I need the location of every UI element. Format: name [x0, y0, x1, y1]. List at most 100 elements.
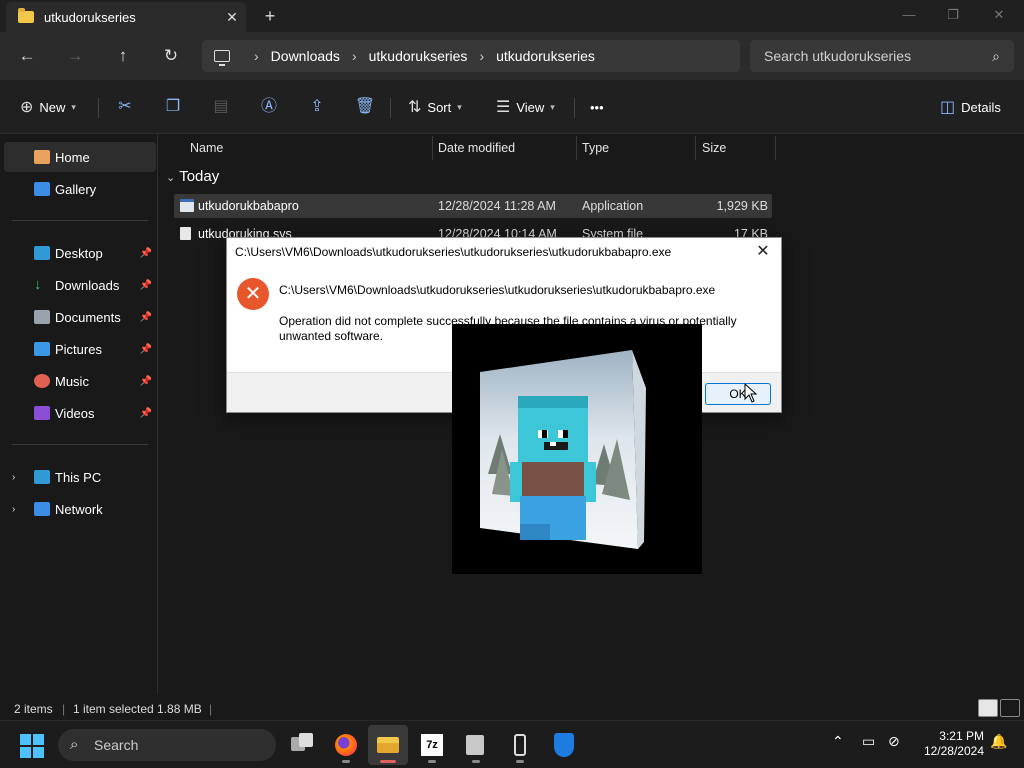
address-bar: ← → ↑ ↻ › Downloads › utkudorukseries › … [0, 32, 1024, 80]
network-icon [34, 502, 50, 516]
search-input[interactable]: Search utkudorukseries ⌕ [750, 40, 1014, 72]
group-label: Today [179, 168, 220, 185]
tab-close-icon[interactable]: ✕ [218, 9, 246, 26]
taskbar: ⌕ Search 7z ⌃ ▭ ⊘ 3:21 PM 12/28/2024 🔔 [0, 720, 1024, 768]
error-icon: ✕ [237, 278, 269, 310]
breadcrumb-utkudorukseries[interactable]: utkudorukseries [369, 48, 468, 64]
expand-chevron-icon[interactable]: › [12, 504, 15, 515]
minimize-button[interactable]: — [886, 0, 932, 32]
sidebar-item-this-pc[interactable]: › This PC [4, 462, 156, 492]
copy-icon[interactable]: ❐ [161, 95, 185, 119]
sidebar-item-pictures[interactable]: Pictures 📌 [4, 334, 156, 364]
divider: | [62, 702, 66, 716]
display-icon[interactable]: ▭ [862, 733, 875, 750]
tiles-view-icon[interactable] [1000, 699, 1020, 717]
sort-icon: ⇅ [408, 99, 422, 116]
details-label: Details [961, 99, 1001, 115]
command-bar: ⊕ New ▾ ✂ ❐ ▤ Ⓐ ⇪ 🗑 ⇅ Sort ▾ ☰ View ▾ ••… [0, 80, 1024, 134]
chevron-down-icon: ▾ [71, 101, 76, 112]
sort-button[interactable]: ⇅ Sort ▾ [408, 94, 462, 120]
group-header-today[interactable]: ⌄ Today [166, 168, 219, 185]
network-status-icon[interactable]: ⊘ [888, 733, 900, 750]
details-pane-icon: ◫ [940, 99, 956, 116]
file-type: Application [582, 199, 644, 213]
sidebar-item-label: Music [55, 373, 89, 389]
sidebar-item-downloads[interactable]: ↓ Downloads 📌 [4, 270, 156, 300]
back-arrow-icon[interactable]: ← [15, 44, 39, 68]
column-header-date[interactable]: Date modified [430, 136, 576, 160]
details-button[interactable]: ◫ Details [940, 94, 1001, 120]
breadcrumb[interactable]: › Downloads › utkudorukseries › utkudoru… [202, 40, 740, 72]
sidebar-item-gallery[interactable]: Gallery [4, 174, 156, 204]
paste-icon[interactable]: ▤ [209, 95, 233, 119]
share-icon[interactable]: ⇪ [305, 95, 329, 119]
notification-bell-icon[interactable]: 🔔 [990, 733, 1007, 750]
chevron-right-icon: › [254, 48, 259, 64]
new-tab-button[interactable]: + [258, 4, 282, 28]
sidebar-item-home[interactable]: Home [4, 142, 156, 172]
cut-icon[interactable]: ✂ [113, 95, 137, 119]
sidebar-item-label: Videos [55, 405, 95, 421]
tray-overflow-icon[interactable]: ⌃ [832, 733, 844, 750]
forward-arrow-icon[interactable]: → [63, 44, 87, 68]
new-button[interactable]: ⊕ New ▾ [20, 94, 76, 120]
sidebar-item-label: Network [55, 501, 103, 517]
sidebar-item-label: This PC [55, 469, 102, 485]
sidebar-item-network[interactable]: › Network [4, 494, 156, 524]
view-button[interactable]: ☰ View ▾ [496, 94, 555, 120]
column-header-name[interactable]: Name [182, 136, 432, 160]
pictures-icon [34, 342, 50, 356]
pin-icon: 📌 [139, 247, 152, 259]
details-view-icon[interactable] [978, 699, 998, 717]
delete-icon[interactable]: 🗑 [353, 95, 377, 119]
new-label: New [39, 99, 66, 115]
window-close-button[interactable]: ✕ [976, 0, 1022, 32]
breadcrumb-utkudorukseries-current[interactable]: utkudorukseries [496, 48, 595, 64]
ok-button[interactable]: OK [705, 383, 771, 405]
pin-icon: 📌 [139, 343, 152, 355]
status-bar: 2 items | 1 item selected 1.88 MB | [0, 698, 1024, 720]
windows-start-icon[interactable] [20, 734, 44, 758]
sidebar-item-label: Gallery [55, 181, 97, 197]
divider [12, 220, 148, 221]
explorer-tab[interactable]: utkudorukseries ✕ [6, 2, 246, 32]
file-explorer-icon[interactable] [368, 725, 408, 765]
maximize-button[interactable]: ❐ [930, 0, 976, 32]
navigation-pane: Home Gallery Desktop 📌 ↓ Downloads 📌 Doc… [0, 134, 158, 694]
application-icon[interactable] [456, 725, 496, 765]
breadcrumb-downloads[interactable]: Downloads [271, 48, 340, 64]
up-arrow-icon[interactable]: ↑ [111, 44, 135, 68]
more-options-button[interactable]: ••• [590, 94, 604, 120]
firefox-icon[interactable] [326, 725, 366, 765]
divider [574, 98, 575, 118]
taskbar-clock[interactable]: 3:21 PM 12/28/2024 [912, 729, 984, 759]
refresh-icon[interactable]: ↻ [159, 44, 183, 68]
mouse-cursor-icon [744, 383, 758, 403]
view-label: View [516, 99, 545, 115]
clock-date: 12/28/2024 [923, 744, 984, 758]
sidebar-item-videos[interactable]: Videos 📌 [4, 398, 156, 428]
sidebar-item-music[interactable]: Music 📌 [4, 366, 156, 396]
download-icon: ↓ [34, 276, 42, 293]
sidebar-item-desktop[interactable]: Desktop 📌 [4, 238, 156, 268]
chevron-down-icon: ▾ [457, 101, 462, 112]
view-icon: ☰ [496, 99, 511, 116]
chevron-right-icon: › [479, 48, 485, 64]
column-header-type[interactable]: Type [574, 136, 694, 160]
seven-zip-icon[interactable]: 7z [412, 725, 452, 765]
task-view-icon[interactable] [282, 725, 322, 765]
more-icon: ••• [590, 99, 604, 115]
plus-circle-icon: ⊕ [20, 99, 34, 116]
videos-icon [34, 406, 50, 420]
sidebar-item-label: Documents [55, 309, 121, 325]
column-header-size[interactable]: Size [694, 136, 774, 160]
system-file-icon [180, 227, 191, 240]
taskbar-search[interactable]: ⌕ Search [58, 729, 276, 761]
rename-icon[interactable]: Ⓐ [257, 95, 281, 119]
expand-chevron-icon[interactable]: › [12, 472, 15, 483]
sidebar-item-documents[interactable]: Documents 📌 [4, 302, 156, 332]
table-row[interactable]: utkudorukbabapro 12/28/2024 11:28 AM App… [174, 194, 772, 218]
dialog-close-icon[interactable]: ✕ [751, 240, 775, 264]
phone-app-icon[interactable] [500, 725, 540, 765]
defender-shield-icon[interactable] [544, 725, 584, 765]
